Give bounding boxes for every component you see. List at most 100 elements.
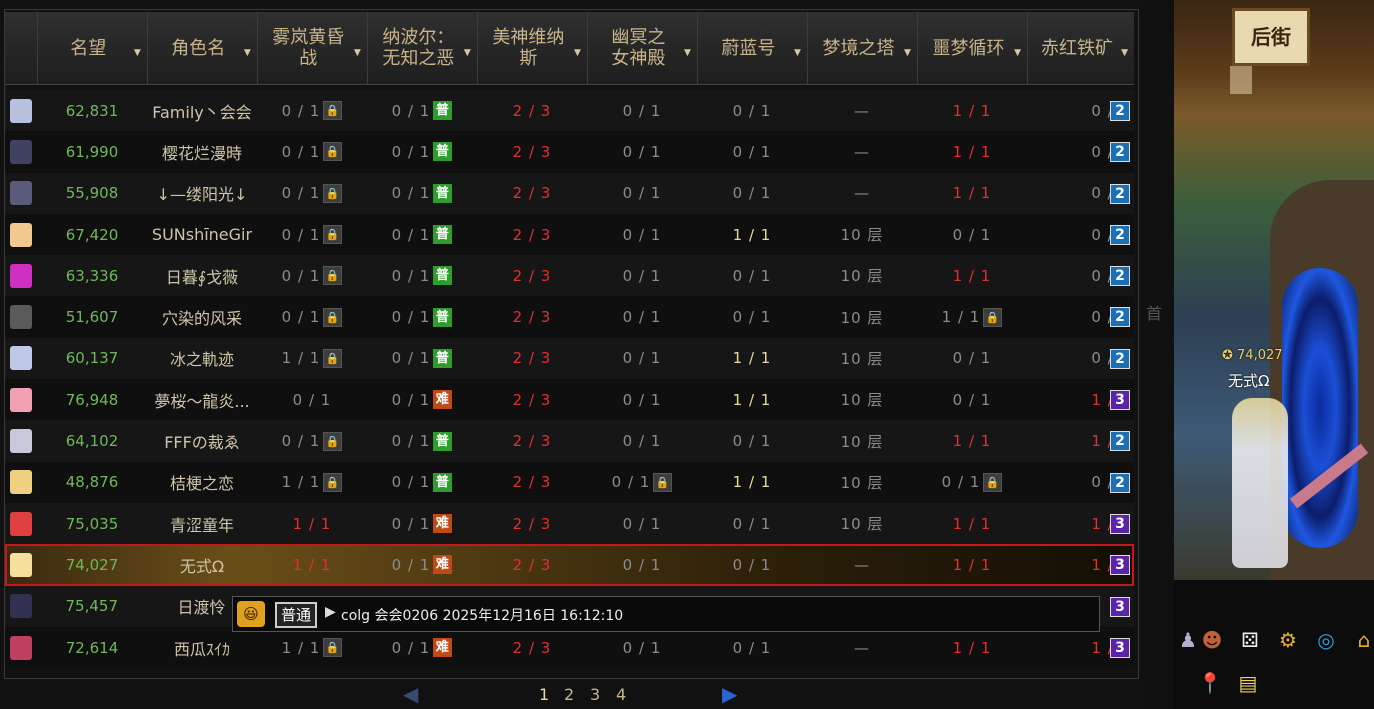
book-icon[interactable]: ▤: [1234, 669, 1262, 697]
fame-cell: 55,908: [65, 184, 119, 203]
avatar-cell: [5, 420, 37, 461]
dungeon-7-cell: 1 / 1: [952, 184, 992, 203]
chat-bar[interactable]: 😃 普通 ▶ colg 会会0206 2025年12月16日 16:12:10: [232, 596, 1100, 632]
column-header-dungeon-1[interactable]: 雾岚黄昏战 ▼: [258, 12, 368, 84]
fame-cell: 72,614: [65, 638, 119, 657]
avatar: [10, 181, 32, 206]
dungeon-4-cell: 0 / 1 🔒: [587, 462, 697, 503]
column-header-dungeon-7[interactable]: 噩梦循环 ▼: [918, 12, 1028, 84]
dice-icon[interactable]: ⚄: [1236, 626, 1264, 654]
dungeon-4-cell: 0 / 1: [622, 142, 662, 161]
portal-icon[interactable]: ◎: [1312, 626, 1340, 654]
hard-difficulty-badge: 难: [433, 555, 453, 575]
dungeon-2-cell: 0 / 1普: [367, 173, 477, 214]
dungeon-1-cell: 0 / 1 🔒: [257, 296, 367, 337]
column-header-dungeon-8[interactable]: 赤红铁矿 ▼: [1028, 12, 1134, 84]
normal-difficulty-badge: 普: [433, 142, 453, 162]
dungeon-5-cell: 0 / 1: [732, 555, 772, 574]
avatar: [10, 470, 32, 495]
column-header-dungeon-3[interactable]: 美神维纳斯 ▼: [478, 12, 588, 84]
dungeon-2-cell: 0 / 1普: [367, 296, 477, 337]
normal-difficulty-badge: 普: [433, 431, 453, 451]
dungeon-5-cell: 0 / 1: [732, 638, 772, 657]
hard-difficulty-badge: 难: [433, 390, 453, 410]
page-4[interactable]: 4: [616, 685, 626, 704]
table-row[interactable]: 51,607 穴染的风采 0 / 1 🔒 0 / 1普 2 / 3 0 / 1 0 / 1 10…: [5, 296, 1134, 338]
blue-portal[interactable]: [1282, 268, 1358, 548]
dungeon-3-cell: 2 / 3: [512, 432, 552, 451]
dungeon-1-cell: 0 / 1 🔒: [257, 173, 367, 214]
column-header-name[interactable]: 角色名 ▼: [148, 12, 258, 84]
location-sign: 后街: [1232, 8, 1310, 66]
chat-message: colg 会会0206 2025年12月16日 16:12:10: [341, 608, 624, 624]
character-name-cell: Family丶会会: [152, 102, 252, 122]
dungeon-5-cell: 0 / 1: [732, 101, 772, 120]
hard-difficulty-badge: 难: [433, 514, 453, 534]
level-badge: 2: [1110, 142, 1130, 163]
dungeon-2-cell: 0 / 1难: [367, 627, 477, 668]
lock-icon: 🔒: [323, 348, 343, 368]
level-badge: 2: [1110, 307, 1130, 328]
home-icon[interactable]: ⌂: [1350, 626, 1374, 654]
sort-arrow-icon: ▼: [904, 48, 911, 58]
chat-channel-tag[interactable]: 普通: [275, 602, 318, 628]
column-header-dungeon-5[interactable]: 蔚蓝号 ▼: [698, 12, 808, 84]
game-scene: 后街 ✪ 74,027 无式Ω: [1174, 0, 1374, 580]
table-row[interactable]: 61,990 樱花烂漫時 0 / 1 🔒 0 / 1普 2 / 3 0 / 1 0 / 1 — 1…: [5, 131, 1134, 173]
avatar: [10, 552, 32, 577]
dungeon-3-cell: 2 / 3: [512, 349, 552, 368]
dungeon-5-cell: 0 / 1: [732, 514, 772, 533]
column-header-dungeon-6[interactable]: 梦境之塔 ▼: [808, 12, 918, 84]
map-pin-icon[interactable]: 📍: [1196, 669, 1224, 697]
column-header-dungeon-2[interactable]: 纳波尔：无知之恶 ▼: [368, 12, 478, 84]
page-2[interactable]: 2: [564, 685, 574, 704]
column-header-fame[interactable]: 名望 ▼: [38, 12, 148, 84]
quick-bar: ♟ ☻ ⚄ ⚙ ◎ ⌂ 📍 ▤: [1174, 580, 1374, 709]
sort-arrow-icon: ▼: [133, 48, 141, 58]
table-row[interactable]: 62,831 Family丶会会 0 / 1 🔒 0 / 1普2 / 30 / 10 /…: [5, 90, 1134, 132]
table-row[interactable]: 75,035 青涩童年 1 / 1 0 / 1难 2 / 3 0 / 1 0 / 1 10 层…: [5, 502, 1134, 545]
level-badge: 3: [1110, 596, 1130, 617]
dungeon-1-cell: 1 / 1: [292, 555, 332, 574]
lock-icon: 🔒: [653, 472, 673, 492]
character-name-cell: 日暮∮戈薇: [165, 267, 239, 287]
avatar: [10, 346, 32, 371]
dungeon-4-cell: 0 / 1: [622, 638, 662, 657]
table-row-selected[interactable]: 74,027 无式Ω 1 / 1 0 / 1难 2 / 3 0 / 1 0 / 1 — 1 / …: [5, 544, 1134, 586]
dungeon-4-cell: 0 / 1: [622, 432, 662, 451]
dungeon-6-cell: 10 层: [840, 473, 884, 492]
emoji-face-icon[interactable]: 😃: [237, 601, 265, 627]
lock-icon: 🔒: [323, 307, 343, 327]
dungeon-1-cell: 0 / 1 🔒: [257, 131, 367, 172]
avatar-column-header: [5, 12, 38, 84]
table-row[interactable]: 48,876 桔梗之恋 1 / 1 🔒 0 / 1普 2 / 3 0 / 1 🔒 1 / 1 10…: [5, 461, 1134, 503]
chat-arrow-icon: ▶: [325, 604, 336, 620]
character-name-cell: 桔梗之恋: [169, 474, 234, 494]
table-row[interactable]: 55,908 ↓—缕阳光↓ 0 / 1 🔒 0 / 1普 2 / 3 0 / 1 0 / 1 —…: [5, 172, 1134, 214]
next-page-arrow-icon[interactable]: ▶: [722, 682, 737, 706]
table-row[interactable]: 60,137 冰之軌迹 1 / 1 🔒 0 / 1普2 / 30 / 11 / 1 10 …: [5, 337, 1134, 380]
pagination: ◀ 1 2 3 4 ▶: [400, 680, 760, 706]
page-3[interactable]: 3: [590, 685, 600, 704]
dungeon-2-cell: 0 / 1难: [367, 503, 477, 544]
ride-icon[interactable]: ⚙: [1274, 626, 1302, 654]
dungeon-3-cell: 2 / 3: [512, 473, 552, 492]
npc-icon[interactable]: ☻: [1198, 626, 1226, 654]
dungeon-3-cell: 2 / 3: [512, 225, 552, 244]
level-badge: 3: [1110, 390, 1130, 411]
lock-icon: 🔒: [983, 472, 1003, 492]
player-character[interactable]: [1232, 398, 1288, 568]
page-1[interactable]: 1: [539, 685, 549, 704]
table-row[interactable]: 76,948 夢桜～龍炎... 0 / 10 / 1难2 / 30 / 11 / 1…: [5, 379, 1134, 421]
avatar: [10, 139, 32, 164]
table-row[interactable]: 67,420 SUNshīneGir 0 / 1 🔒 0 / 1普2 / 30 / 11…: [5, 213, 1134, 256]
table-row[interactable]: 64,102 FFFの裁ゑ 0 / 1 🔒 0 / 1普 2 / 3 0 / 1 0 / 1 1…: [5, 420, 1134, 462]
table-row[interactable]: 63,336 日暮∮戈薇 0 / 1 🔒 0 / 1普 2 / 3 0 / 1 0 / 1 10…: [5, 255, 1134, 297]
prev-page-arrow-icon[interactable]: ◀: [403, 682, 418, 706]
fame-cell: 67,420: [65, 225, 119, 244]
column-header-dungeon-4[interactable]: 幽冥之女神殿 ▼: [588, 12, 698, 84]
dungeon-2-cell: 0 / 1普: [367, 90, 477, 131]
table-row[interactable]: 72,614 西瓜ｽｲｶ 1 / 1 🔒 0 / 1难2 / 30 / 10 / 1—1…: [5, 626, 1134, 669]
dungeon-5-cell: 0 / 1: [732, 266, 772, 285]
character-name-cell: 樱花烂漫時: [161, 143, 242, 163]
